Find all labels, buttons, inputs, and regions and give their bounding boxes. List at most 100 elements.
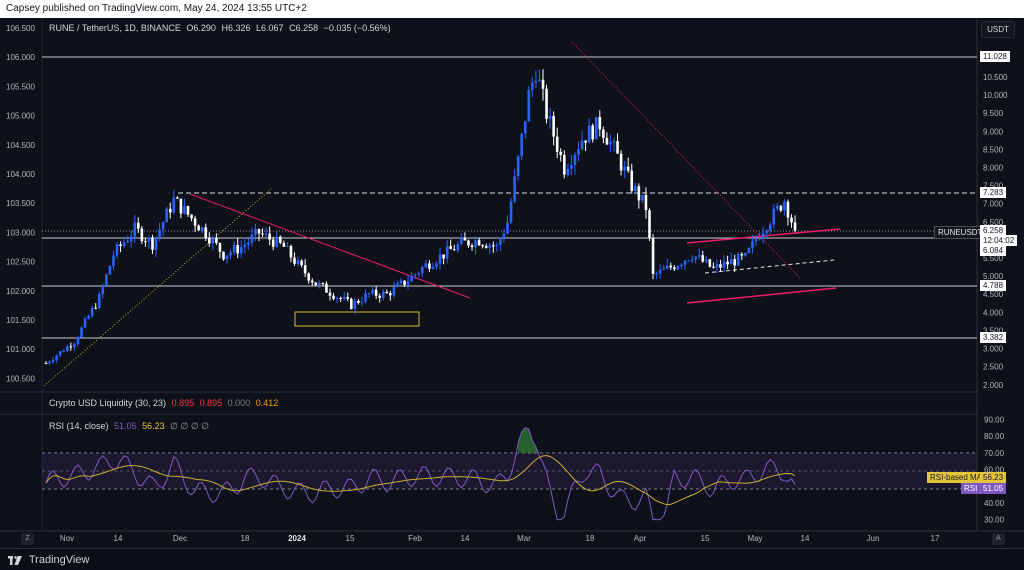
candle-body	[758, 238, 761, 240]
candle-body	[790, 217, 793, 223]
rsi-label[interactable]: RSI (14, close)	[49, 421, 109, 431]
candle-body	[783, 201, 786, 211]
candle-body	[626, 166, 630, 171]
candle-body	[531, 82, 534, 91]
symbol-tag: RUNEUSDT	[934, 226, 987, 239]
candle-body	[193, 218, 197, 226]
candle-body	[776, 205, 779, 209]
left-axis-tick: 105.000	[6, 112, 35, 121]
level-bottom-tag: 3.382	[980, 332, 1007, 343]
left-axis-tick: 103.000	[6, 228, 35, 237]
candle-body	[325, 283, 328, 293]
downtrend-line-mar[interactable]	[571, 41, 801, 279]
candle-body	[307, 273, 310, 281]
candle-body	[449, 246, 452, 250]
right-axis-tick: 8.500	[983, 145, 1004, 154]
candle-body	[477, 240, 481, 246]
accumulation-box[interactable]	[294, 311, 420, 327]
right-axis-tick: 10.000	[983, 91, 1008, 100]
auto-scale-button[interactable]: A	[992, 533, 1005, 545]
liquidity-label[interactable]: Crypto USD Liquidity (30, 23)	[49, 398, 166, 408]
candle-body	[140, 228, 144, 242]
candle-body	[705, 259, 708, 262]
symbol-name[interactable]: RUNE / TetherUS, 1D, BINANCE	[49, 23, 181, 33]
candle-body	[321, 283, 325, 285]
candle-body	[339, 297, 342, 299]
candle-body	[605, 137, 609, 145]
candle-body	[215, 238, 218, 243]
candle-body	[282, 242, 286, 247]
candle-body	[580, 140, 584, 150]
candle-body	[94, 307, 97, 309]
right-axis-tick: 9.500	[983, 109, 1004, 118]
candle-body	[399, 280, 403, 284]
dotted-uptrend-line[interactable]	[43, 187, 273, 387]
footer-brand[interactable]: TradingView	[29, 554, 90, 566]
candle-body	[101, 285, 105, 295]
candle-body	[105, 274, 108, 286]
time-axis-tick: Nov	[60, 534, 74, 543]
candle-body	[722, 261, 726, 268]
candle-body	[374, 289, 378, 296]
candle-body	[641, 195, 644, 201]
level-support-tag: 4.788	[980, 280, 1007, 291]
time-axis-tick: Dec	[173, 534, 187, 543]
candle-body	[751, 240, 754, 248]
rsi-tag-value: 51.05	[980, 483, 1007, 494]
candle-body	[197, 225, 200, 231]
left-axis-tick: 104.500	[6, 141, 35, 150]
wedge-lower-line[interactable]	[686, 287, 837, 304]
candle-body	[648, 210, 651, 239]
candle-body	[179, 198, 183, 214]
candle-body	[612, 141, 616, 143]
candle-body	[676, 266, 680, 270]
candle-body	[431, 266, 435, 269]
candlestick-series[interactable]	[44, 69, 797, 365]
candle-body	[73, 343, 76, 348]
candle-body	[460, 237, 463, 245]
liquidity-value-3: 0.000	[227, 398, 251, 408]
candle-body	[509, 201, 513, 223]
candle-body	[768, 224, 772, 231]
candle-body	[392, 286, 396, 296]
left-axis-tick: 102.500	[6, 258, 35, 267]
candle-body	[680, 264, 683, 267]
chart-canvas[interactable]: 106.500 106.000 105.500 105.000 104.500 104.0…	[0, 18, 1024, 548]
candle-body	[545, 88, 548, 119]
rsi-ma-tag-label: RSI-based MA	[927, 472, 986, 483]
time-axis-tick: 15	[346, 534, 355, 543]
time-axis: Nov 14 Dec 18 2024 15 Feb 14 Mar 18 Apr 15 May 14 Jun 1…	[60, 534, 940, 543]
candle-body	[410, 275, 413, 282]
left-axis-tick: 101.500	[6, 316, 35, 325]
chart-panel[interactable]: 106.500 106.000 105.500 105.000 104.500 104.0…	[0, 18, 1024, 548]
right-axis-tick: 7.000	[983, 200, 1004, 209]
candle-body	[712, 266, 715, 268]
downtrend-line-dec[interactable]	[189, 193, 471, 299]
candle-body	[452, 249, 456, 251]
time-axis-tick: 14	[114, 534, 123, 543]
candle-body	[360, 301, 364, 303]
candle-body	[200, 227, 204, 231]
candle-body	[83, 318, 87, 328]
candle-body	[523, 121, 527, 134]
liquidity-value-1: 0.895	[171, 398, 195, 408]
timezone-button[interactable]: Z	[21, 533, 34, 545]
candle-body	[442, 254, 445, 259]
candle-body	[428, 263, 431, 269]
currency-button[interactable]: USDT	[981, 21, 1015, 38]
candle-body	[726, 261, 729, 265]
candle-body	[218, 242, 222, 252]
candle-body	[254, 229, 257, 235]
candle-body	[342, 297, 346, 299]
candle-body	[559, 151, 563, 156]
left-axis-tick: 106.500	[6, 24, 35, 33]
candle-body	[147, 237, 151, 242]
candle-body	[573, 154, 577, 165]
candle-body	[598, 117, 602, 130]
time-axis-tick: Feb	[408, 534, 422, 543]
candle-body	[161, 222, 165, 230]
candle-body	[129, 236, 133, 241]
candle-body	[548, 115, 552, 119]
candle-body	[225, 255, 229, 260]
candle-body	[346, 297, 350, 299]
